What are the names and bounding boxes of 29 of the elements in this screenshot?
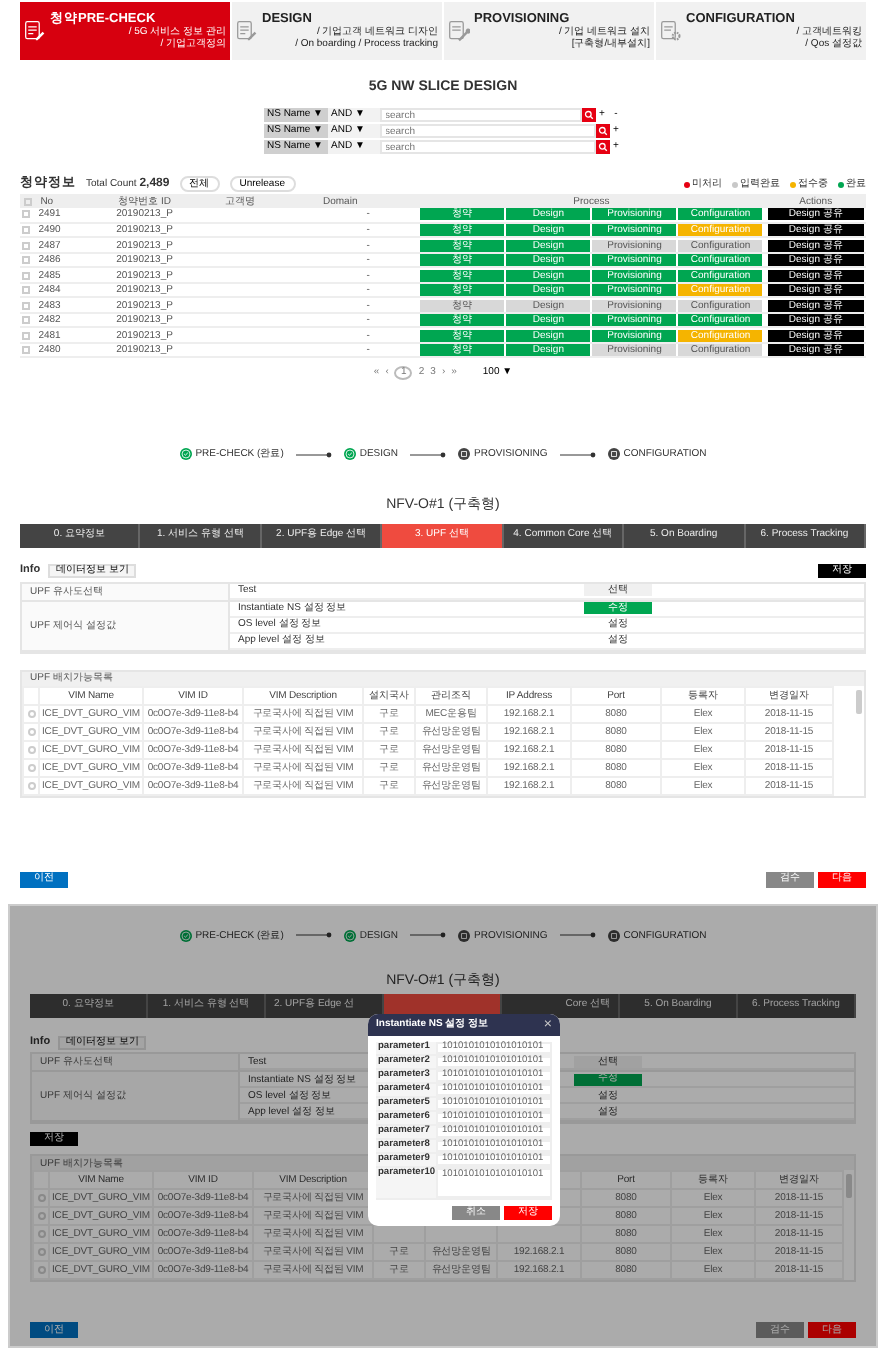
- checkbox[interactable]: [24, 197, 32, 206]
- connector-line: [410, 932, 447, 939]
- checkbox[interactable]: [22, 301, 30, 310]
- connector-line: [559, 932, 596, 939]
- document-pencil-icon: [236, 20, 258, 42]
- checkbox[interactable]: [22, 210, 30, 219]
- document-wrench-icon: [448, 20, 470, 42]
- connector-line: [295, 932, 332, 939]
- checkbox[interactable]: [22, 256, 30, 265]
- radio-button[interactable]: [27, 727, 35, 736]
- connector-line: [559, 451, 596, 458]
- connector-line: [410, 451, 447, 458]
- checkbox[interactable]: [22, 271, 30, 280]
- search-icon: [597, 126, 607, 137]
- connector-line: [295, 451, 332, 458]
- radio-button[interactable]: [27, 709, 35, 718]
- checkbox[interactable]: [22, 286, 30, 295]
- checkbox[interactable]: [22, 226, 30, 235]
- document-pencil-icon: [24, 20, 46, 42]
- search-icon: [583, 110, 593, 121]
- checkbox[interactable]: [22, 241, 30, 250]
- checkbox[interactable]: [22, 316, 30, 325]
- checkbox[interactable]: [22, 346, 30, 355]
- radio-button[interactable]: [27, 781, 35, 790]
- search-icon: [597, 142, 607, 153]
- document-gear-icon: [660, 20, 682, 42]
- checkbox[interactable]: [22, 331, 30, 340]
- radio-button[interactable]: [27, 745, 35, 754]
- radio-button[interactable]: [27, 763, 35, 772]
